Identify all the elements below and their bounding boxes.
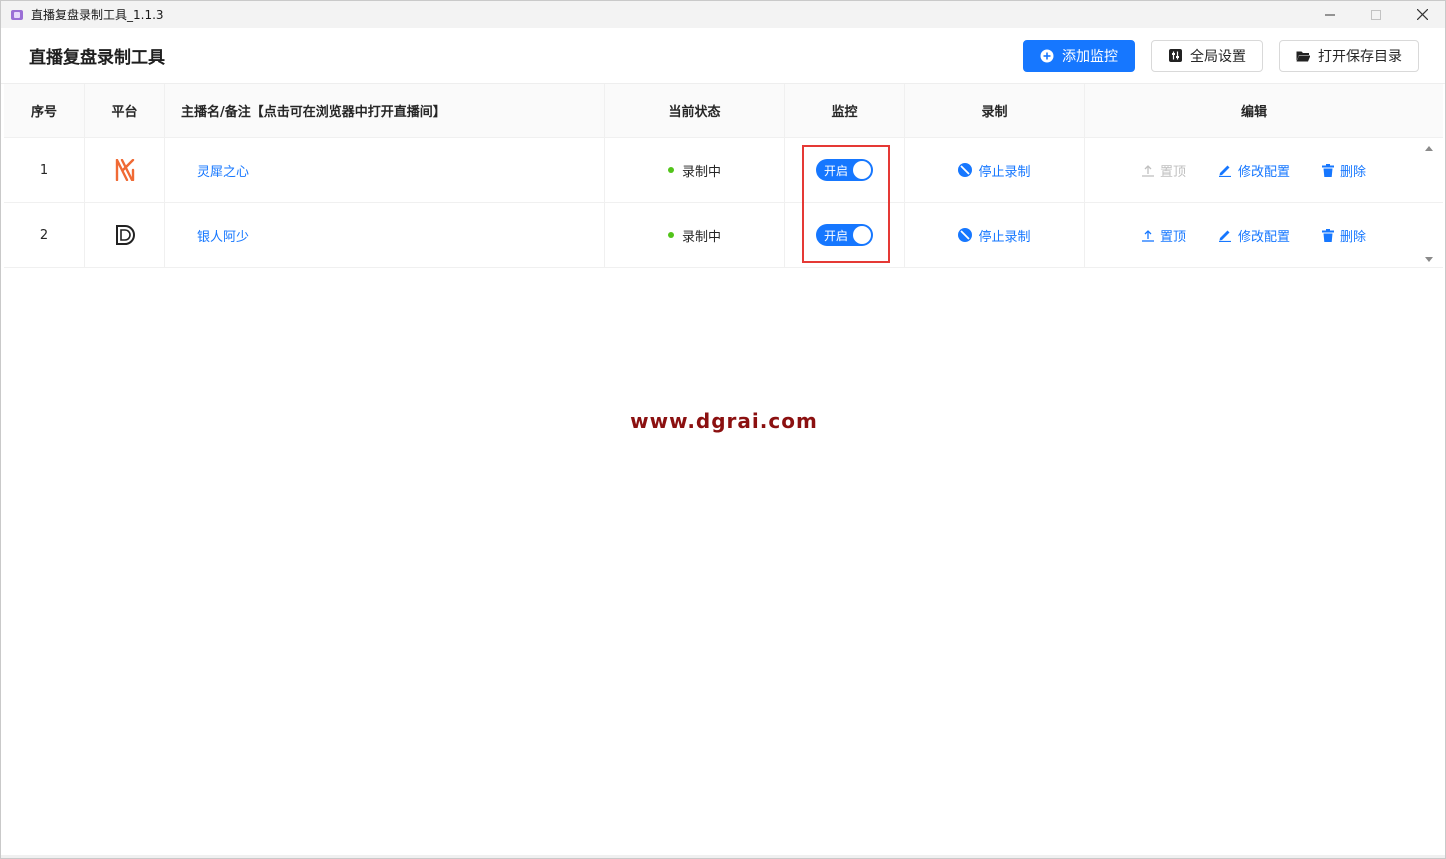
add-monitor-label: 添加监控: [1062, 48, 1118, 65]
pin-top-label: 置顶: [1159, 229, 1186, 245]
open-save-dir-button[interactable]: 打开保存目录: [1279, 39, 1419, 72]
delete-button[interactable]: 删除: [1322, 226, 1366, 245]
pencil-icon: [1218, 230, 1231, 242]
streamer-name-link[interactable]: 灵犀之心: [197, 161, 249, 180]
window-title: 直播复盘录制工具_1.1.3: [31, 8, 164, 22]
scroll-down-icon[interactable]: [1425, 257, 1433, 262]
pin-top-button[interactable]: 置顶: [1141, 226, 1186, 245]
stop-record-button[interactable]: 停止录制: [958, 226, 1031, 245]
edit-cell: 置顶 修改配置 删除: [1085, 203, 1423, 267]
status-text: 录制中: [681, 229, 721, 245]
edit-config-label: 修改配置: [1237, 164, 1290, 180]
status-cell: 录制中: [605, 203, 785, 267]
column-header-status: 当前状态: [605, 84, 785, 137]
scroll-up-icon[interactable]: [1425, 146, 1433, 151]
minimize-button[interactable]: [1307, 1, 1353, 28]
status-badge: 录制中: [667, 226, 721, 245]
app-window: 直播复盘录制工具_1.1.3 直播复盘录制工具 添加监控 全局设置 打开保存目录…: [0, 0, 1446, 859]
table-row: 1 灵犀之心 录制中 开启 停止录制 置顶 修改配置 删除: [4, 138, 1443, 203]
platform-cell: [85, 138, 165, 202]
pin-top-icon: [1141, 229, 1154, 242]
delete-label: 删除: [1340, 229, 1367, 245]
delete-button[interactable]: 删除: [1322, 161, 1366, 180]
monitor-table: 序号 平台 主播名/备注【点击可在浏览器中打开直播间】 当前状态 监控 录制 编…: [4, 84, 1443, 268]
streamer-name-cell: 灵犀之心: [165, 138, 605, 202]
monitor-highlight-box: [802, 145, 890, 263]
trash-icon: [1322, 228, 1334, 242]
status-dot-icon: [667, 167, 674, 173]
stop-icon: [958, 163, 973, 177]
column-header-record: 录制: [905, 84, 1085, 137]
status-badge: 录制中: [667, 161, 721, 180]
column-header-index: 序号: [4, 84, 85, 137]
app-header: 直播复盘录制工具 添加监控 全局设置 打开保存目录: [1, 28, 1445, 84]
watermark-text: www.dgrai.com: [630, 409, 818, 433]
title-bar: 直播复盘录制工具_1.1.3: [1, 1, 1445, 28]
record-cell: 停止录制: [905, 138, 1085, 202]
stop-icon: [958, 228, 973, 242]
page-title: 直播复盘录制工具: [29, 48, 165, 68]
edit-config-button[interactable]: 修改配置: [1218, 226, 1290, 245]
status-dot-icon: [667, 232, 674, 238]
pin-top-icon: [1141, 164, 1154, 177]
kuaishou-logo-icon: [115, 159, 134, 181]
row-index: 1: [4, 138, 85, 202]
pencil-icon: [1218, 165, 1231, 177]
trash-icon: [1322, 163, 1334, 177]
maximize-icon: [1371, 9, 1381, 20]
record-cell: 停止录制: [905, 203, 1085, 267]
table-header: 序号 平台 主播名/备注【点击可在浏览器中打开直播间】 当前状态 监控 录制 编…: [4, 84, 1443, 138]
minimize-icon: [1325, 14, 1335, 15]
row-index: 2: [4, 203, 85, 267]
column-header-name: 主播名/备注【点击可在浏览器中打开直播间】: [165, 84, 605, 137]
stop-record-label: 停止录制: [978, 164, 1031, 180]
delete-label: 删除: [1340, 164, 1367, 180]
settings-sliders-icon: [1168, 49, 1182, 63]
column-header-monitor: 监控: [785, 84, 905, 137]
maximize-button[interactable]: [1353, 1, 1399, 28]
global-settings-button[interactable]: 全局设置: [1151, 39, 1263, 72]
platform-cell: [85, 203, 165, 267]
edit-config-label: 修改配置: [1237, 229, 1290, 245]
edit-config-button[interactable]: 修改配置: [1218, 161, 1290, 180]
close-icon: [1416, 9, 1428, 20]
stop-record-label: 停止录制: [978, 229, 1031, 245]
global-settings-label: 全局设置: [1190, 48, 1246, 65]
stop-record-button[interactable]: 停止录制: [958, 161, 1031, 180]
folder-open-icon: [1296, 49, 1310, 63]
status-text: 录制中: [681, 164, 721, 180]
app-icon: [11, 9, 23, 20]
column-header-platform: 平台: [85, 84, 165, 137]
douyin-logo-icon: [115, 225, 135, 245]
bottom-border: [1, 855, 1445, 858]
open-save-dir-label: 打开保存目录: [1318, 48, 1402, 65]
pin-top-label: 置顶: [1159, 164, 1186, 180]
column-header-edit: 编辑: [1240, 105, 1267, 120]
streamer-name-link[interactable]: 银人阿少: [197, 226, 249, 245]
add-monitor-button[interactable]: 添加监控: [1023, 39, 1135, 72]
table-row: 2 银人阿少 录制中 开启 停止录制 置顶 修改配置 删除: [4, 203, 1443, 268]
status-cell: 录制中: [605, 138, 785, 202]
edit-cell: 置顶 修改配置 删除: [1085, 138, 1423, 202]
pin-top-button[interactable]: 置顶: [1141, 161, 1186, 180]
plus-circle-icon: [1040, 49, 1054, 63]
streamer-name-cell: 银人阿少: [165, 203, 605, 267]
close-button[interactable]: [1399, 1, 1445, 28]
